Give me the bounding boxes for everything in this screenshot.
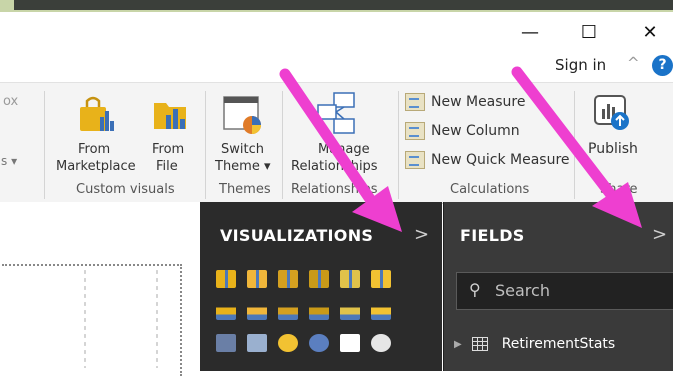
fields-table-item[interactable]: ▶ RetirementStats — [454, 336, 615, 352]
switch-theme-line1: Switch — [221, 142, 264, 157]
relationships-icon — [317, 92, 355, 134]
help-icon[interactable]: ? — [652, 55, 673, 76]
close-button[interactable]: ✕ — [627, 12, 673, 52]
donut-icon[interactable] — [309, 334, 329, 352]
stacked-bar-icon[interactable] — [216, 270, 236, 288]
ribbon-separator — [205, 91, 206, 199]
line-chart-icon[interactable] — [216, 302, 236, 320]
folder-chart-icon — [154, 103, 186, 129]
from-marketplace-line1: From — [78, 142, 111, 157]
expand-visualizations-icon[interactable]: > — [414, 224, 429, 245]
group-label-share: Share — [600, 182, 638, 197]
area-chart-icon[interactable] — [247, 302, 267, 320]
stacked-column-icon[interactable] — [247, 270, 267, 288]
from-marketplace-line2: Marketplace — [56, 159, 136, 174]
new-quick-measure-button[interactable]: New Quick Measure — [405, 151, 570, 169]
grid-guide — [156, 268, 158, 368]
close-icon: ✕ — [642, 21, 658, 43]
ribbon-separator — [282, 91, 283, 199]
pie-icon[interactable] — [278, 334, 298, 352]
fields-pane: FIELDS > ⚲ Search ▶ RetirementStats — [443, 202, 673, 371]
scatter-icon[interactable] — [247, 334, 267, 352]
publish-button[interactable]: Publish — [580, 85, 646, 181]
quick-measure-icon — [405, 151, 425, 169]
new-quick-measure-label: New Quick Measure — [431, 152, 570, 168]
table-icon — [471, 337, 488, 351]
from-marketplace-button[interactable]: From Marketplace — [56, 85, 140, 181]
sign-in-link[interactable]: Sign in — [555, 56, 606, 74]
from-file-line2: File — [156, 159, 178, 174]
visual-placeholder[interactable] — [2, 264, 182, 376]
marketplace-icon — [80, 96, 114, 131]
calculator-icon — [405, 93, 425, 111]
grid-guide — [84, 268, 86, 368]
group-label-relationships: Relationships — [291, 182, 378, 197]
manage-relationships-line1: Manage — [318, 142, 370, 157]
new-measure-button[interactable]: New Measure — [405, 93, 526, 111]
theme-icon — [223, 96, 261, 134]
maximize-button[interactable]: ☐ — [566, 12, 612, 52]
minimize-icon: — — [521, 21, 539, 43]
100-stacked-bar-icon[interactable] — [340, 270, 360, 288]
report-canvas[interactable] — [0, 202, 200, 376]
group-label-calculations: Calculations — [450, 182, 530, 197]
partial-dropdown[interactable]: s ▾ — [1, 153, 17, 170]
window-top-edge — [14, 0, 673, 10]
table-name: RetirementStats — [501, 336, 616, 352]
ribbon: ox s ▾ From Marketplace From File Switch… — [0, 82, 673, 204]
from-file-button[interactable]: From File — [148, 85, 194, 181]
ribbon-separator — [574, 91, 575, 199]
minimize-button[interactable]: — — [507, 12, 553, 52]
from-file-line1: From — [152, 142, 185, 157]
account-bar: Sign in ^ ? — [0, 52, 673, 82]
new-measure-label: New Measure — [431, 94, 526, 110]
new-column-label: New Column — [431, 123, 520, 139]
expand-fields-icon[interactable]: > — [652, 224, 667, 245]
table-column-icon — [405, 122, 425, 140]
group-label-custom-visuals: Custom visuals — [76, 182, 175, 197]
stacked-area-icon[interactable] — [278, 302, 298, 320]
search-placeholder: Search — [495, 281, 550, 300]
visualizations-pane: VISUALIZATIONS > — [200, 202, 442, 371]
clustered-column-icon[interactable] — [309, 270, 329, 288]
visualizations-title: VISUALIZATIONS — [220, 226, 374, 245]
ribbon-separator — [398, 91, 399, 199]
expand-table-icon[interactable]: ▶ — [454, 339, 462, 350]
treemap-icon[interactable] — [340, 334, 360, 352]
line-stacked-column-icon[interactable] — [340, 302, 360, 320]
publish-icon — [594, 95, 629, 130]
fields-title: FIELDS — [460, 226, 525, 245]
new-column-button[interactable]: New Column — [405, 122, 520, 140]
collapse-ribbon-icon[interactable]: ^ — [627, 54, 640, 72]
switch-theme-line2: Theme ▾ — [215, 159, 271, 174]
maximize-icon: ☐ — [580, 21, 598, 43]
ribbon-separator — [44, 91, 45, 199]
title-bar: — ☐ ✕ — [0, 12, 673, 52]
manage-relationships-button[interactable]: Manage Relationships — [286, 85, 388, 181]
group-label-themes: Themes — [219, 182, 271, 197]
partial-ribbon-label: ox — [3, 94, 19, 109]
map-icon[interactable] — [371, 334, 391, 352]
line-clustered-column-icon[interactable] — [309, 302, 329, 320]
visual-icon-grid — [216, 270, 393, 356]
ribbon-chart-icon[interactable] — [371, 302, 391, 320]
publish-label: Publish — [588, 141, 638, 157]
waterfall-icon[interactable] — [216, 334, 236, 352]
switch-theme-button[interactable]: Switch Theme ▾ — [208, 85, 278, 181]
100-stacked-column-icon[interactable] — [371, 270, 391, 288]
fields-search-input[interactable]: ⚲ Search — [456, 272, 673, 310]
manage-relationships-line2: Relationships — [291, 159, 378, 174]
clustered-bar-icon[interactable] — [278, 270, 298, 288]
search-icon: ⚲ — [469, 280, 481, 299]
